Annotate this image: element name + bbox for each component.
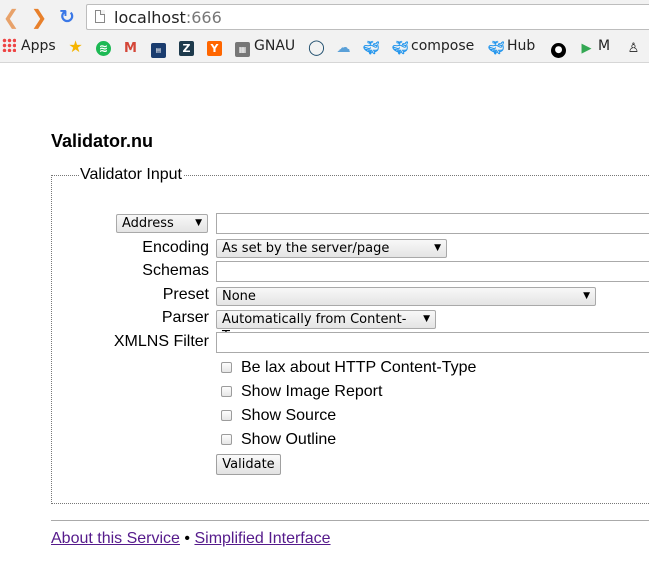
footer-separator: • bbox=[184, 530, 191, 547]
bookmark-github[interactable]: ● bbox=[551, 35, 570, 58]
fieldset-legend: Validator Input bbox=[80, 166, 182, 183]
bookmark-apps[interactable]: Apps bbox=[2, 35, 56, 57]
apps-grid-icon bbox=[2, 38, 16, 52]
bookmark-compose[interactable]: 🐳︎ compose bbox=[392, 35, 474, 57]
show-image-report-checkbox[interactable] bbox=[221, 386, 232, 397]
bookmark-cloud[interactable]: ☁ bbox=[336, 35, 355, 57]
schemas-label: Schemas bbox=[142, 262, 209, 279]
news-icon: ▤ bbox=[151, 43, 166, 58]
chat-icon: ◯ bbox=[308, 38, 325, 56]
preset-label: Preset bbox=[162, 286, 209, 303]
star-icon: ★ bbox=[68, 37, 83, 56]
dropdown-arrow-icon: ▼ bbox=[434, 243, 441, 253]
parser-select[interactable]: Automatically from Content-Type▼ bbox=[216, 310, 436, 344]
bookmark-play[interactable]: ▶ M bbox=[579, 35, 611, 57]
encoding-select[interactable]: As set by the server/page ▼ bbox=[216, 239, 447, 258]
bookmark-hub[interactable]: 🐳︎ Hub bbox=[488, 35, 535, 57]
dropdown-arrow-icon: ▼ bbox=[195, 218, 202, 228]
parser-label: Parser bbox=[161, 309, 209, 326]
gnau-icon: ▦ bbox=[235, 42, 250, 57]
docker-icon: 🐳︎ bbox=[488, 41, 505, 56]
page-title: Validator.nu bbox=[51, 131, 154, 151]
back-icon[interactable]: ❮ bbox=[0, 6, 22, 28]
bookmark-gmail[interactable]: M bbox=[123, 35, 142, 57]
bookmark-docker[interactable]: 🐳︎ bbox=[363, 35, 382, 57]
about-service-link[interactable]: About this Service bbox=[51, 530, 180, 547]
show-outline-label[interactable]: Show Outline bbox=[241, 431, 336, 449]
browser-toolbar: ❮ ❯ ↻ localhost:666 bbox=[0, 0, 649, 34]
bookmark-spotify[interactable]: ≋ bbox=[96, 35, 115, 57]
address-type-select[interactable]: Address ▼ bbox=[116, 214, 208, 233]
bookmark-gnau[interactable]: ▦ GNAU bbox=[235, 35, 295, 57]
url-text: localhost:666 bbox=[114, 8, 222, 27]
divider bbox=[51, 520, 649, 521]
browser-chrome: ❮ ❯ ↻ localhost:666 Apps ★ ≋ M ▤ Z Y ▦G bbox=[0, 0, 649, 63]
show-source-label[interactable]: Show Source bbox=[241, 407, 336, 425]
schemas-input[interactable] bbox=[216, 261, 649, 282]
spotify-icon: ≋ bbox=[96, 41, 111, 56]
zendesk-icon: Z bbox=[179, 41, 194, 56]
footer-links: About this Service • Simplified Interfac… bbox=[51, 530, 331, 548]
bookmark-star[interactable]: ★ bbox=[68, 35, 87, 57]
show-outline-checkbox[interactable] bbox=[221, 434, 232, 445]
address-bar[interactable]: localhost:666 bbox=[86, 4, 649, 30]
bookmark-zendesk[interactable]: Z bbox=[179, 35, 198, 57]
reload-icon[interactable]: ↻ bbox=[56, 6, 78, 28]
docker-icon: 🐳︎ bbox=[392, 41, 409, 56]
encoding-label: Encoding bbox=[142, 239, 209, 256]
dropdown-arrow-icon: ▼ bbox=[583, 291, 590, 301]
validate-button[interactable]: Validate bbox=[216, 454, 281, 475]
lax-content-type-label[interactable]: Be lax about HTTP Content-Type bbox=[241, 359, 476, 377]
play-store-icon: ▶ bbox=[581, 41, 592, 56]
xmlns-filter-label: XMLNS Filter bbox=[113, 333, 209, 350]
ycombinator-icon: Y bbox=[207, 41, 222, 56]
github-icon: ● bbox=[551, 43, 566, 58]
lax-content-type-checkbox[interactable] bbox=[221, 362, 232, 373]
show-image-report-label[interactable]: Show Image Report bbox=[241, 383, 382, 401]
bookmark-chat[interactable]: ◯ bbox=[308, 35, 327, 57]
bookmark-news[interactable]: ▤ bbox=[151, 35, 170, 58]
preset-select[interactable]: None ▼ bbox=[216, 287, 596, 306]
forward-icon[interactable]: ❯ bbox=[28, 6, 50, 28]
bookmark-linux[interactable]: ♙ bbox=[626, 35, 645, 57]
bookmark-ycombinator[interactable]: Y bbox=[207, 35, 226, 57]
address-input[interactable] bbox=[216, 213, 649, 234]
cloud-icon: ☁ bbox=[336, 40, 351, 56]
show-source-checkbox[interactable] bbox=[221, 410, 232, 421]
dropdown-arrow-icon: ▼ bbox=[423, 314, 430, 324]
simplified-interface-link[interactable]: Simplified Interface bbox=[194, 530, 330, 547]
gmail-icon: M bbox=[124, 41, 137, 56]
linux-icon: ♙ bbox=[627, 41, 640, 56]
xmlns-filter-input[interactable] bbox=[216, 332, 649, 353]
bookmarks-bar: Apps ★ ≋ M ▤ Z Y ▦ GNAU ◯ ☁ 🐳︎ 🐳︎ compos… bbox=[0, 35, 649, 58]
page-icon bbox=[95, 10, 105, 23]
docker-icon: 🐳︎ bbox=[363, 41, 380, 56]
